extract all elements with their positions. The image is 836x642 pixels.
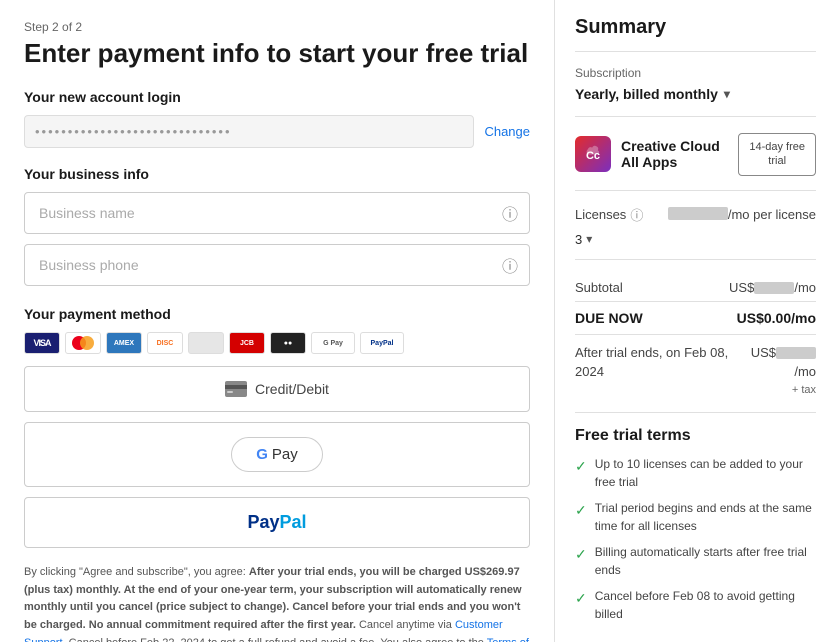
creative-cloud-icon: Cc bbox=[581, 142, 605, 166]
subtotal-label: Subtotal bbox=[575, 280, 623, 295]
terms-of-use-link[interactable]: Terms of Use bbox=[24, 637, 529, 642]
card-icon-1 bbox=[188, 332, 224, 354]
gpay-option[interactable]: G Pay bbox=[24, 422, 530, 487]
due-now-price: US$0.00/mo bbox=[737, 310, 816, 326]
business-info-heading: Your business info bbox=[24, 166, 530, 182]
left-panel: Step 2 of 2 Enter payment info to start … bbox=[0, 0, 555, 642]
trial-badge-line1: 14-day free bbox=[749, 141, 805, 153]
subscription-value: Yearly, billed monthly bbox=[575, 86, 718, 102]
account-email-display: •••••••••••••••••••••••••••••• bbox=[24, 115, 474, 148]
business-name-group: ⓘ bbox=[24, 192, 530, 234]
subscription-dropdown[interactable]: Yearly, billed monthly ▾ bbox=[575, 86, 816, 117]
change-link[interactable]: Change bbox=[484, 124, 530, 139]
licenses-info-icon[interactable]: ⓘ bbox=[630, 205, 643, 224]
check-icon-3: ✓ bbox=[575, 544, 587, 565]
discover-icon: DISC bbox=[147, 332, 183, 354]
card-icon-2: JCB bbox=[229, 332, 265, 354]
card-icon-3: ●● bbox=[270, 332, 306, 354]
chevron-down-icon: ▾ bbox=[724, 87, 730, 101]
subtotal-price: US$ /mo bbox=[729, 280, 816, 295]
trial-badge: 14-day free trial bbox=[738, 133, 816, 176]
price-redacted bbox=[668, 207, 728, 220]
trial-term-2-text: Trial period begins and ends at the same… bbox=[595, 499, 816, 535]
check-icon-4: ✓ bbox=[575, 588, 587, 609]
trial-term-1-text: Up to 10 licenses can be added to your f… bbox=[595, 455, 816, 491]
trial-term-3: ✓ Billing automatically starts after fre… bbox=[575, 543, 816, 579]
after-trial-label: After trial ends, on Feb 08, 2024 bbox=[575, 343, 739, 382]
trial-term-1: ✓ Up to 10 licenses can be added to your… bbox=[575, 455, 816, 491]
business-info-section: Your business info ⓘ ⓘ bbox=[24, 166, 530, 286]
plus-tax: + tax bbox=[739, 382, 816, 399]
product-row: Cc Creative Cloud All Apps 14-day free t… bbox=[575, 133, 816, 191]
trial-badge-line2: trial bbox=[768, 155, 786, 167]
page-title: Enter payment info to start your free tr… bbox=[24, 38, 530, 69]
summary-title: Summary bbox=[575, 16, 816, 52]
credit-debit-label: Credit/Debit bbox=[225, 381, 329, 397]
trial-term-4: ✓ Cancel before Feb 08 to avoid getting … bbox=[575, 587, 816, 623]
paypal-pal: Pal bbox=[280, 512, 307, 532]
gpay-g: G bbox=[256, 446, 268, 463]
fine-print: By clicking "Agree and subscribe", you a… bbox=[24, 564, 530, 642]
business-name-info-icon[interactable]: ⓘ bbox=[502, 201, 518, 225]
visa-card-icon: VISA bbox=[24, 332, 60, 354]
after-trial-price: US$ /mo + tax bbox=[739, 343, 816, 399]
free-trial-section: Free trial terms ✓ Up to 10 licenses can… bbox=[575, 427, 816, 623]
mastercard-icon bbox=[65, 332, 101, 354]
paypal-logo: PayPal bbox=[247, 512, 306, 533]
paypal-option[interactable]: PayPal bbox=[24, 497, 530, 548]
svg-text:Cc: Cc bbox=[586, 150, 600, 162]
gpay-small-icon: G Pay bbox=[311, 332, 355, 354]
licenses-label: Licenses ⓘ bbox=[575, 205, 643, 224]
subscription-label: Subscription bbox=[575, 66, 816, 80]
payment-cards-row: VISA AMEX DISC JCB ●● G Pay PayPal bbox=[24, 332, 530, 354]
amex-icon: AMEX bbox=[106, 332, 142, 354]
trial-term-2: ✓ Trial period begins and ends at the sa… bbox=[575, 499, 816, 535]
right-panel: Summary Subscription Yearly, billed mont… bbox=[555, 0, 836, 642]
account-row: •••••••••••••••••••••••••••••• Change bbox=[24, 115, 530, 148]
licenses-text: Licenses bbox=[575, 207, 626, 222]
paypal-small-icon: PayPal bbox=[360, 332, 404, 354]
account-heading: Your new account login bbox=[24, 89, 530, 105]
credit-debit-option[interactable]: Credit/Debit bbox=[24, 366, 530, 412]
free-trial-title: Free trial terms bbox=[575, 427, 816, 445]
business-phone-input[interactable] bbox=[24, 244, 530, 286]
gpay-text: Pay bbox=[272, 446, 298, 463]
step-label: Step 2 of 2 bbox=[24, 20, 530, 34]
due-now-row: DUE NOW US$0.00/mo bbox=[575, 301, 816, 335]
check-icon-1: ✓ bbox=[575, 456, 587, 477]
product-icon: Cc bbox=[575, 136, 611, 172]
payment-method-heading: Your payment method bbox=[24, 306, 530, 322]
licenses-number: 3 bbox=[575, 232, 582, 247]
trial-term-4-text: Cancel before Feb 08 to avoid getting bi… bbox=[595, 587, 816, 623]
business-phone-info-icon[interactable]: ⓘ bbox=[502, 253, 518, 277]
licenses-chevron-icon: ▾ bbox=[586, 232, 592, 246]
payment-method-section: Your payment method VISA AMEX DISC JCB ●… bbox=[24, 306, 530, 548]
per-license-text: /mo per license bbox=[728, 207, 816, 222]
due-now-label: DUE NOW bbox=[575, 310, 643, 326]
check-icon-2: ✓ bbox=[575, 500, 587, 521]
product-name: Creative Cloud All Apps bbox=[621, 138, 728, 170]
after-trial-row: After trial ends, on Feb 08, 2024 US$ /m… bbox=[575, 343, 816, 414]
trial-term-3-text: Billing automatically starts after free … bbox=[595, 543, 816, 579]
credit-debit-text: Credit/Debit bbox=[255, 381, 329, 397]
gpay-button[interactable]: G Pay bbox=[231, 437, 323, 472]
business-name-input[interactable] bbox=[24, 192, 530, 234]
price-per-license: /mo per license bbox=[668, 207, 816, 222]
business-phone-group: ⓘ bbox=[24, 244, 530, 286]
licenses-count-selector[interactable]: 3 ▾ bbox=[575, 232, 816, 247]
licenses-row: Licenses ⓘ /mo per license bbox=[575, 205, 816, 224]
credit-card-svg-icon bbox=[225, 381, 247, 397]
subtotal-row: Subtotal US$ /mo bbox=[575, 272, 816, 295]
